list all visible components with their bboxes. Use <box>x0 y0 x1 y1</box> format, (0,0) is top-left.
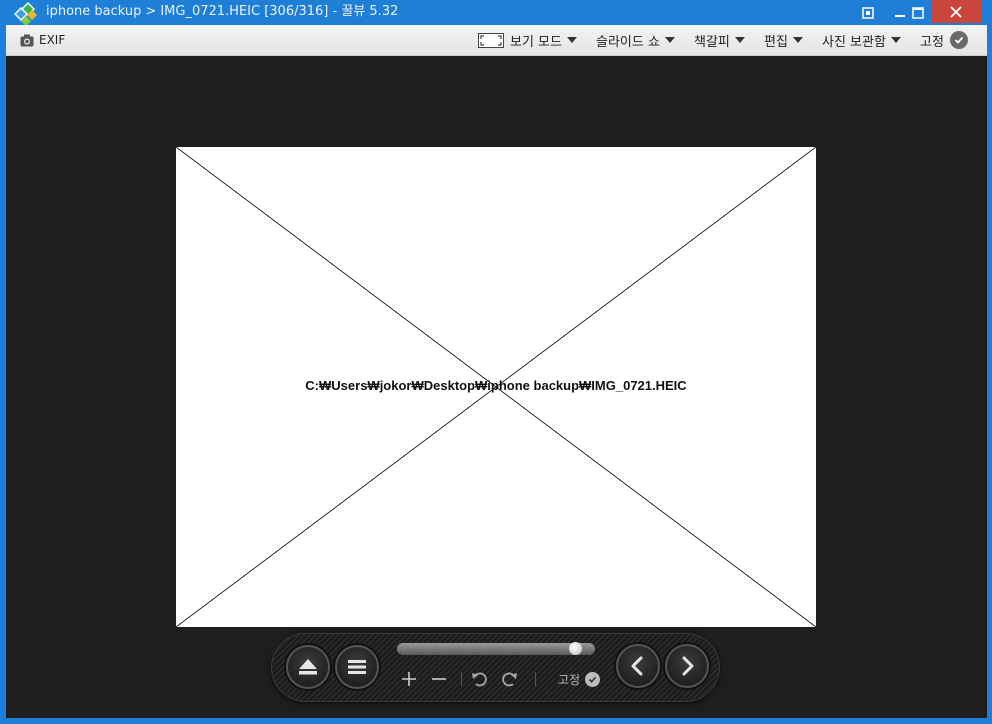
eject-icon <box>299 659 317 675</box>
missing-image-placeholder: C:₩Users₩jokor₩Desktop₩iphone backup₩IMG… <box>176 147 816 627</box>
minus-icon <box>432 678 446 680</box>
title-counter: [306/316] <box>264 4 329 19</box>
chevron-down-icon <box>734 37 745 43</box>
slideshow-menu[interactable]: 슬라이드 쇼 <box>596 25 675 55</box>
window-title: iphone backup > IMG_0721.HEIC [306/316] - … <box>46 4 398 20</box>
next-image-button[interactable] <box>665 644 709 688</box>
control-divider <box>461 672 462 686</box>
zoom-slider[interactable] <box>397 642 595 655</box>
bookmark-menu[interactable]: 책갈피 <box>694 25 745 55</box>
title-separator: > <box>145 4 157 19</box>
plus-icon <box>402 672 416 686</box>
exif-button[interactable]: EXIF <box>20 25 65 55</box>
minimize-icon <box>895 14 905 17</box>
edit-label: 편집 <box>764 34 788 50</box>
zoom-out-button[interactable] <box>429 669 449 689</box>
eject-button[interactable] <box>286 645 330 689</box>
title-app: 꿀뷰 5.32 <box>341 4 399 19</box>
edit-menu[interactable]: 편집 <box>764 25 803 55</box>
title-dash: - <box>332 4 338 19</box>
rotate-left-icon <box>472 672 487 687</box>
bookmark-label: 책갈피 <box>694 34 730 50</box>
image-viewer[interactable]: C:₩Users₩jokor₩Desktop₩iphone backup₩IMG… <box>6 56 987 718</box>
view-mode-label: 보기 모드 <box>510 34 562 50</box>
pin-toolbar-toggle[interactable]: 고정 <box>920 25 968 55</box>
title-bar[interactable]: iphone backup > IMG_0721.HEIC [306/316] - … <box>0 0 992 26</box>
rotate-right-icon <box>502 672 517 687</box>
previous-image-button[interactable] <box>616 644 660 688</box>
top-toolbar: EXIF 보기 모드 슬라이드 쇼 책갈피 편집 사진 보관함 고정 <box>6 25 987 56</box>
pin-panel-toggle[interactable]: 고정 <box>549 669 609 689</box>
rotate-right-button[interactable] <box>500 669 520 689</box>
image-file-path: C:₩Users₩jokor₩Desktop₩iphone backup₩IMG… <box>305 378 687 393</box>
camera-icon <box>20 34 34 46</box>
check-icon <box>949 31 968 49</box>
exif-label: EXIF <box>39 33 66 47</box>
menu-button[interactable] <box>335 645 379 689</box>
chevron-down-icon <box>664 37 675 43</box>
view-mode-menu[interactable]: 보기 모드 <box>478 25 577 55</box>
chevron-left-icon <box>631 656 643 676</box>
window-pin-button[interactable] <box>856 0 880 25</box>
chevron-down-icon <box>792 37 803 43</box>
window-maximize-button[interactable] <box>906 0 930 25</box>
zoom-slider-thumb[interactable] <box>569 642 582 655</box>
title-folder: iphone backup <box>46 4 142 19</box>
window-close-button[interactable] <box>931 0 981 23</box>
window-pin-icon <box>862 6 874 19</box>
pin-label: 고정 <box>920 34 944 50</box>
album-label: 사진 보관함 <box>822 34 886 50</box>
check-icon <box>585 671 601 687</box>
control-divider <box>535 672 536 686</box>
honeyview-logo-icon[interactable] <box>12 2 42 26</box>
slideshow-label: 슬라이드 쇼 <box>596 34 660 50</box>
maximize-icon <box>912 6 924 19</box>
title-file: IMG_0721.HEIC <box>160 4 261 19</box>
panel-pin-label: 고정 <box>557 672 581 687</box>
app-window: iphone backup > IMG_0721.HEIC [306/316] - … <box>0 0 992 724</box>
rotate-left-button[interactable] <box>469 669 489 689</box>
chevron-down-icon <box>890 37 901 43</box>
chevron-right-icon <box>682 656 694 676</box>
fullscreen-icon <box>478 32 504 48</box>
navigation-control-panel: 고정 <box>271 633 720 702</box>
chevron-down-icon <box>566 37 577 43</box>
zoom-in-button[interactable] <box>399 669 419 689</box>
hamburger-menu-icon <box>348 660 366 674</box>
photo-album-menu[interactable]: 사진 보관함 <box>822 25 901 55</box>
close-icon <box>950 5 962 18</box>
